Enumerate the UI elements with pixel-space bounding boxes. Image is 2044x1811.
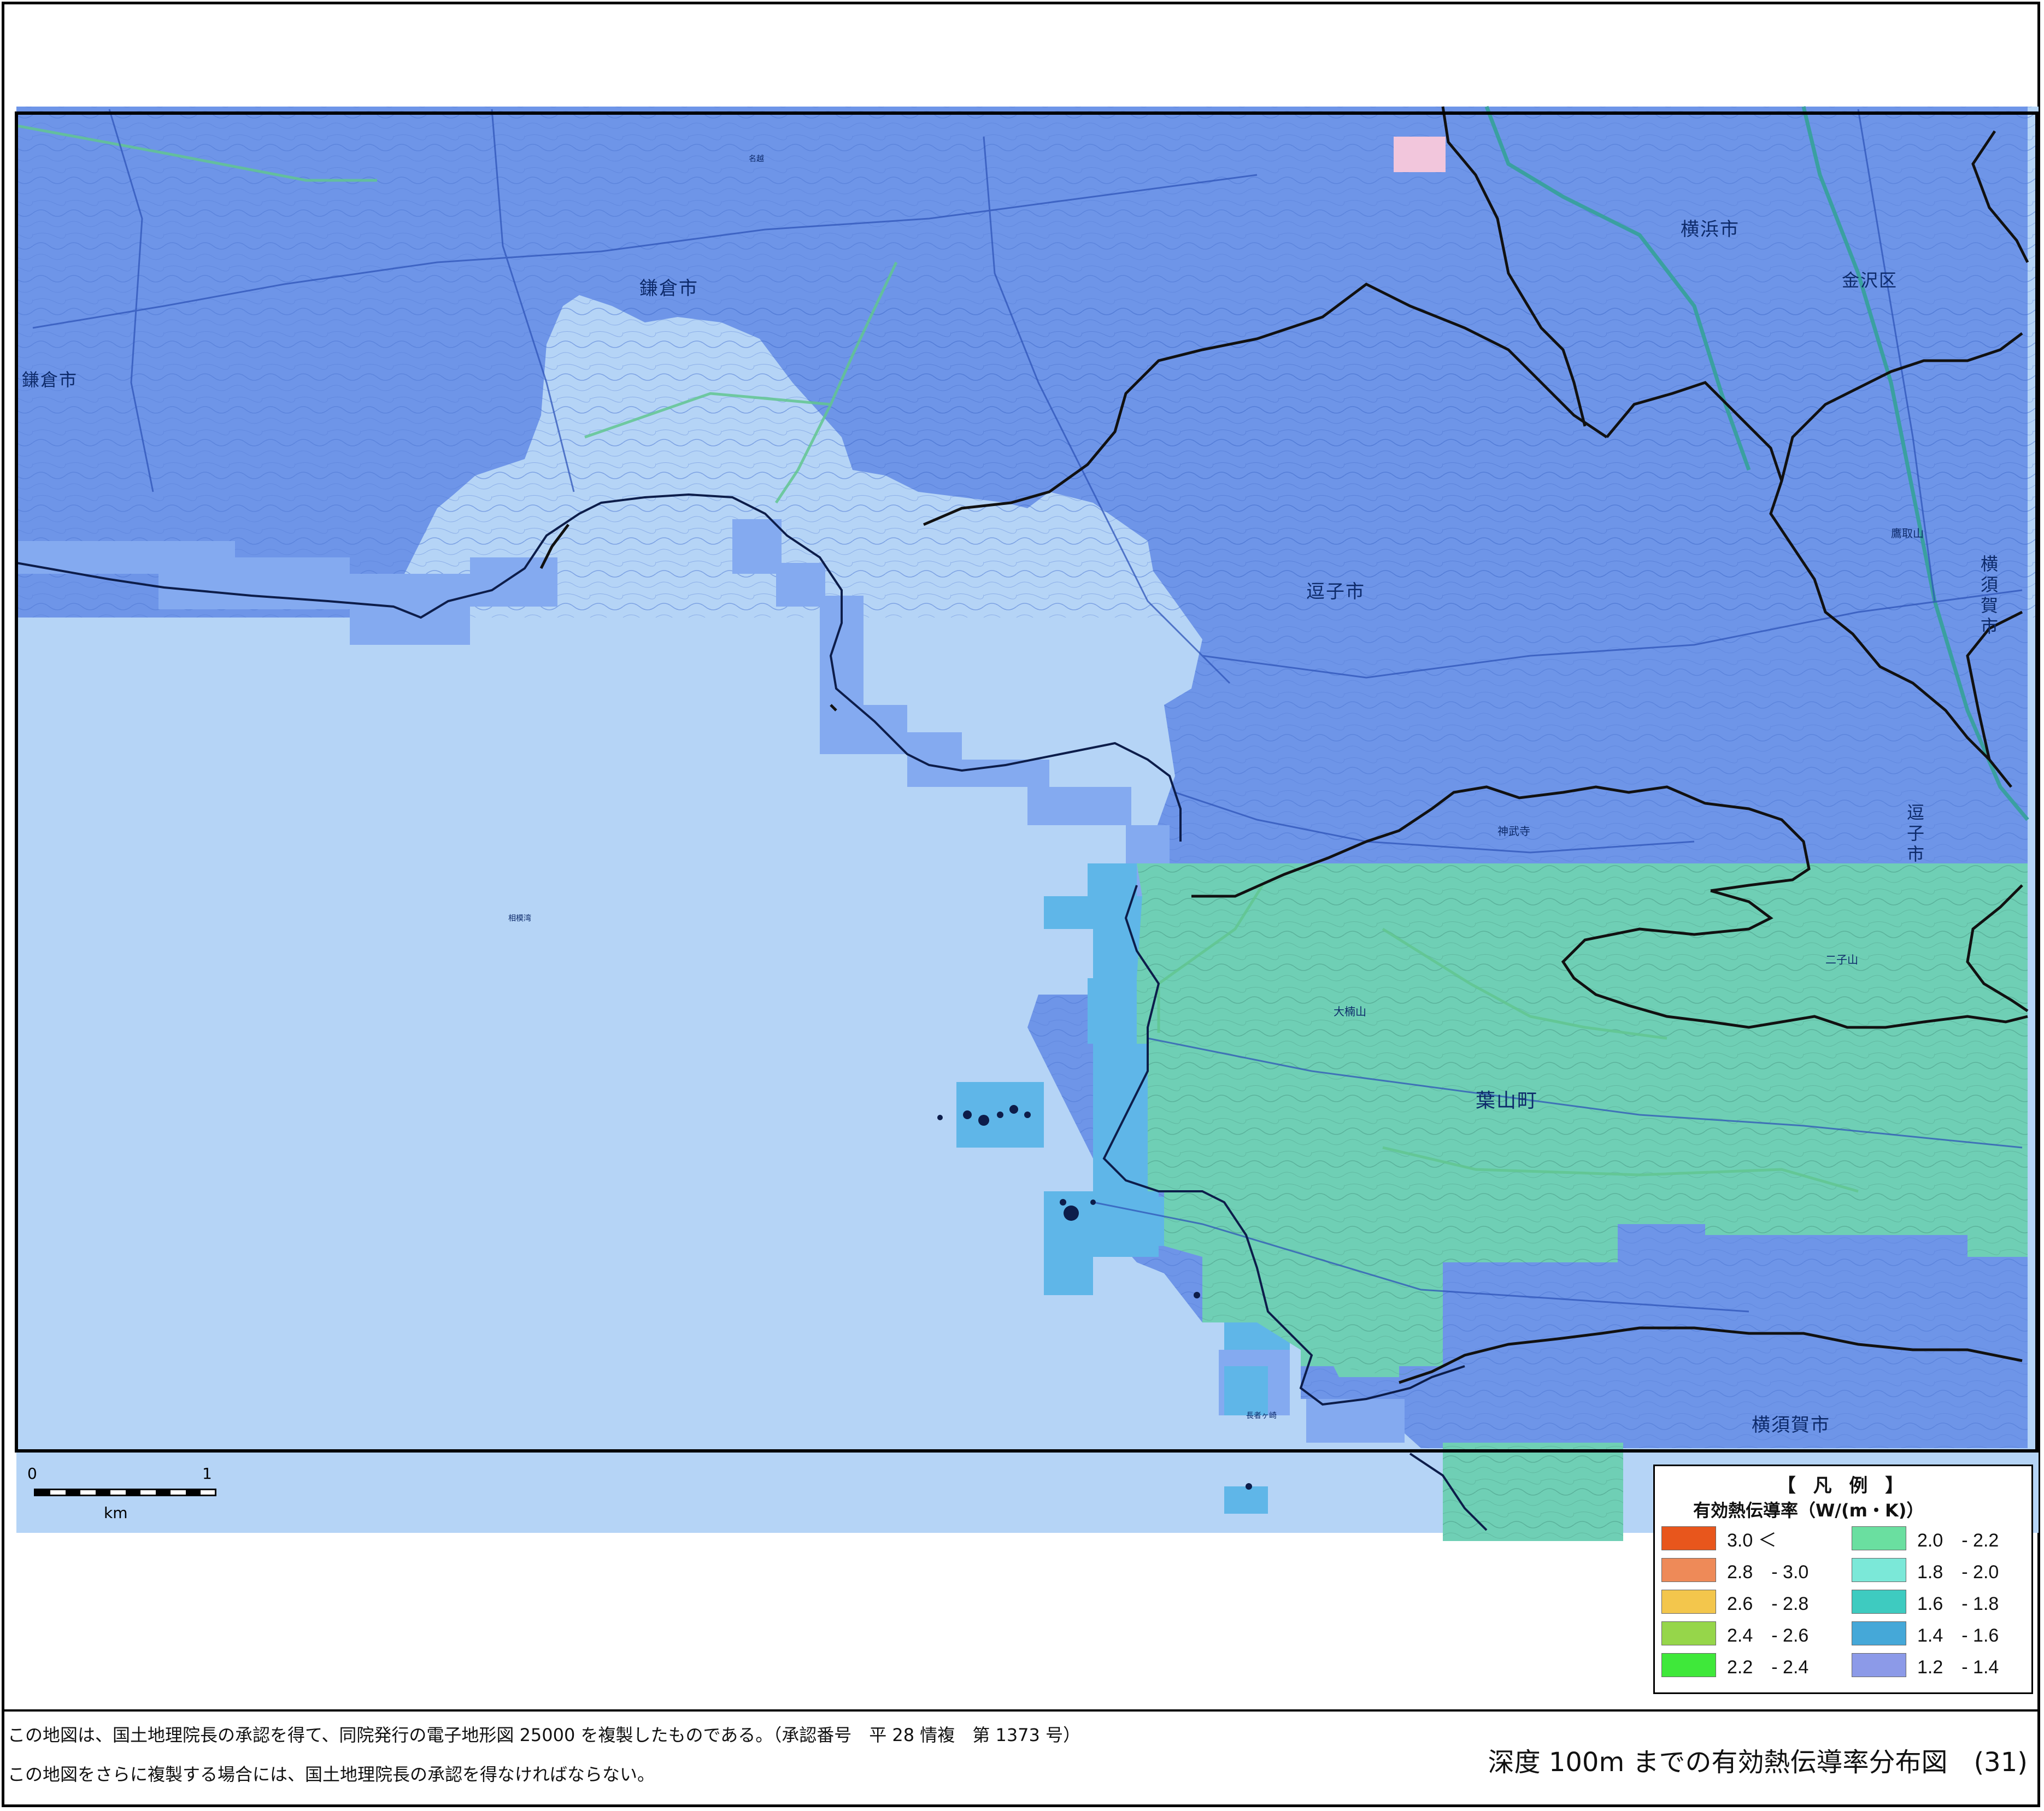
legend-item: 2.8 - 3.0 bbox=[1661, 1558, 1809, 1583]
legend-swatch bbox=[1852, 1558, 1906, 1582]
copyright-note-2: この地図をさらに複製する場合には、国土地理院長の承認を得なければならない。 bbox=[8, 1764, 655, 1785]
legend-swatch bbox=[1661, 1590, 1716, 1614]
legend-item: 2.6 - 2.8 bbox=[1661, 1590, 1808, 1614]
scale-bar-graphic bbox=[34, 1489, 216, 1496]
place-hayama: 葉山町 bbox=[1476, 1090, 1538, 1112]
label-futago-yama: 二子山 bbox=[1825, 953, 1858, 966]
legend-range: 2.0 - 2.2 bbox=[1917, 1530, 1999, 1551]
legend-range: 1.8 - 2.0 bbox=[1917, 1561, 1999, 1583]
legend-item: 2.4 - 2.6 bbox=[1661, 1621, 1809, 1646]
place-kanazawa: 金沢区 bbox=[1842, 270, 1898, 291]
label-ogusu-yama: 大楠山 bbox=[1334, 1005, 1366, 1018]
legend-range: 2.4 - 2.6 bbox=[1727, 1625, 1809, 1646]
legend-item: 1.2 - 1.4 bbox=[1852, 1653, 1999, 1678]
legend-subtitle: 有効熱伝導率（W/(m・K)） bbox=[1693, 1500, 1924, 1521]
legend-item: 1.4 - 1.6 bbox=[1852, 1621, 1999, 1646]
label-takatori-yama: 鷹取山 bbox=[1891, 527, 1924, 540]
place-yokosuka-east: 横須賀市 bbox=[1978, 555, 1999, 638]
label-chojagasaki: 長者ヶ崎 bbox=[1246, 1412, 1277, 1420]
legend-swatch bbox=[1661, 1621, 1716, 1645]
legend-item: 3.0 ＜ bbox=[1661, 1526, 1777, 1551]
label-nagoe: 名越 bbox=[749, 155, 764, 163]
place-yokohama: 横浜市 bbox=[1681, 219, 1740, 240]
label-jinmu-ji: 神武寺 bbox=[1497, 825, 1530, 838]
label-sagami-bay: 相模湾 bbox=[508, 914, 531, 923]
legend-range: 2.6 - 2.8 bbox=[1727, 1593, 1809, 1614]
legend-range: 1.2 - 1.4 bbox=[1917, 1656, 1999, 1678]
green-zone-southeast-texture bbox=[1443, 1443, 1623, 1541]
legend-item: 2.0 - 2.2 bbox=[1852, 1526, 1999, 1551]
legend-swatch bbox=[1852, 1621, 1906, 1645]
legend-swatch bbox=[1852, 1526, 1906, 1550]
place-kamakura-west: 鎌倉市 bbox=[22, 369, 78, 390]
legend-swatch bbox=[1852, 1590, 1906, 1614]
legend-title: 【 凡 例 】 bbox=[1777, 1475, 1910, 1497]
legend-item: 1.8 - 2.0 bbox=[1852, 1558, 1999, 1583]
legend: 【 凡 例 】 有効熱伝導率（W/(m・K)） 3.0 ＜ 2.8 - 3.0 … bbox=[1653, 1465, 2033, 1694]
legend-range: 1.4 - 1.6 bbox=[1917, 1625, 1999, 1646]
legend-swatch bbox=[1661, 1653, 1716, 1677]
legend-item: 2.2 - 2.4 bbox=[1661, 1653, 1809, 1678]
legend-range: 1.6 - 1.8 bbox=[1917, 1593, 1999, 1614]
map-title: 深度 100m までの有効熱伝導率分布図 (31) bbox=[1488, 1747, 2028, 1778]
scale-tick-start: 0 bbox=[27, 1465, 37, 1483]
legend-swatch bbox=[1852, 1653, 1906, 1677]
legend-range: 2.2 - 2.4 bbox=[1727, 1656, 1809, 1678]
scale-tick-end: 1 bbox=[202, 1465, 212, 1483]
place-zushi-east: 逗子市 bbox=[1904, 803, 1925, 866]
legend-item: 1.6 - 1.8 bbox=[1852, 1590, 1999, 1614]
legend-range: 2.8 - 3.0 bbox=[1727, 1561, 1809, 1583]
legend-range: 3.0 ＜ bbox=[1727, 1530, 1777, 1551]
place-zushi: 逗子市 bbox=[1306, 581, 1365, 603]
scale-unit: km bbox=[104, 1504, 128, 1522]
scale-bar: 0 1 km bbox=[22, 1465, 219, 1525]
footer-divider bbox=[4, 1709, 2040, 1712]
copyright-note-1: この地図は、国土地理院長の承認を得て、同院発行の電子地形図 25000 を複製し… bbox=[8, 1725, 1081, 1745]
legend-swatch bbox=[1661, 1526, 1716, 1550]
place-kamakura-north: 鎌倉市 bbox=[639, 278, 698, 299]
place-yokosuka-south: 横須賀市 bbox=[1752, 1414, 1830, 1436]
legend-swatch bbox=[1661, 1558, 1716, 1582]
pink-cell bbox=[1394, 137, 1446, 172]
